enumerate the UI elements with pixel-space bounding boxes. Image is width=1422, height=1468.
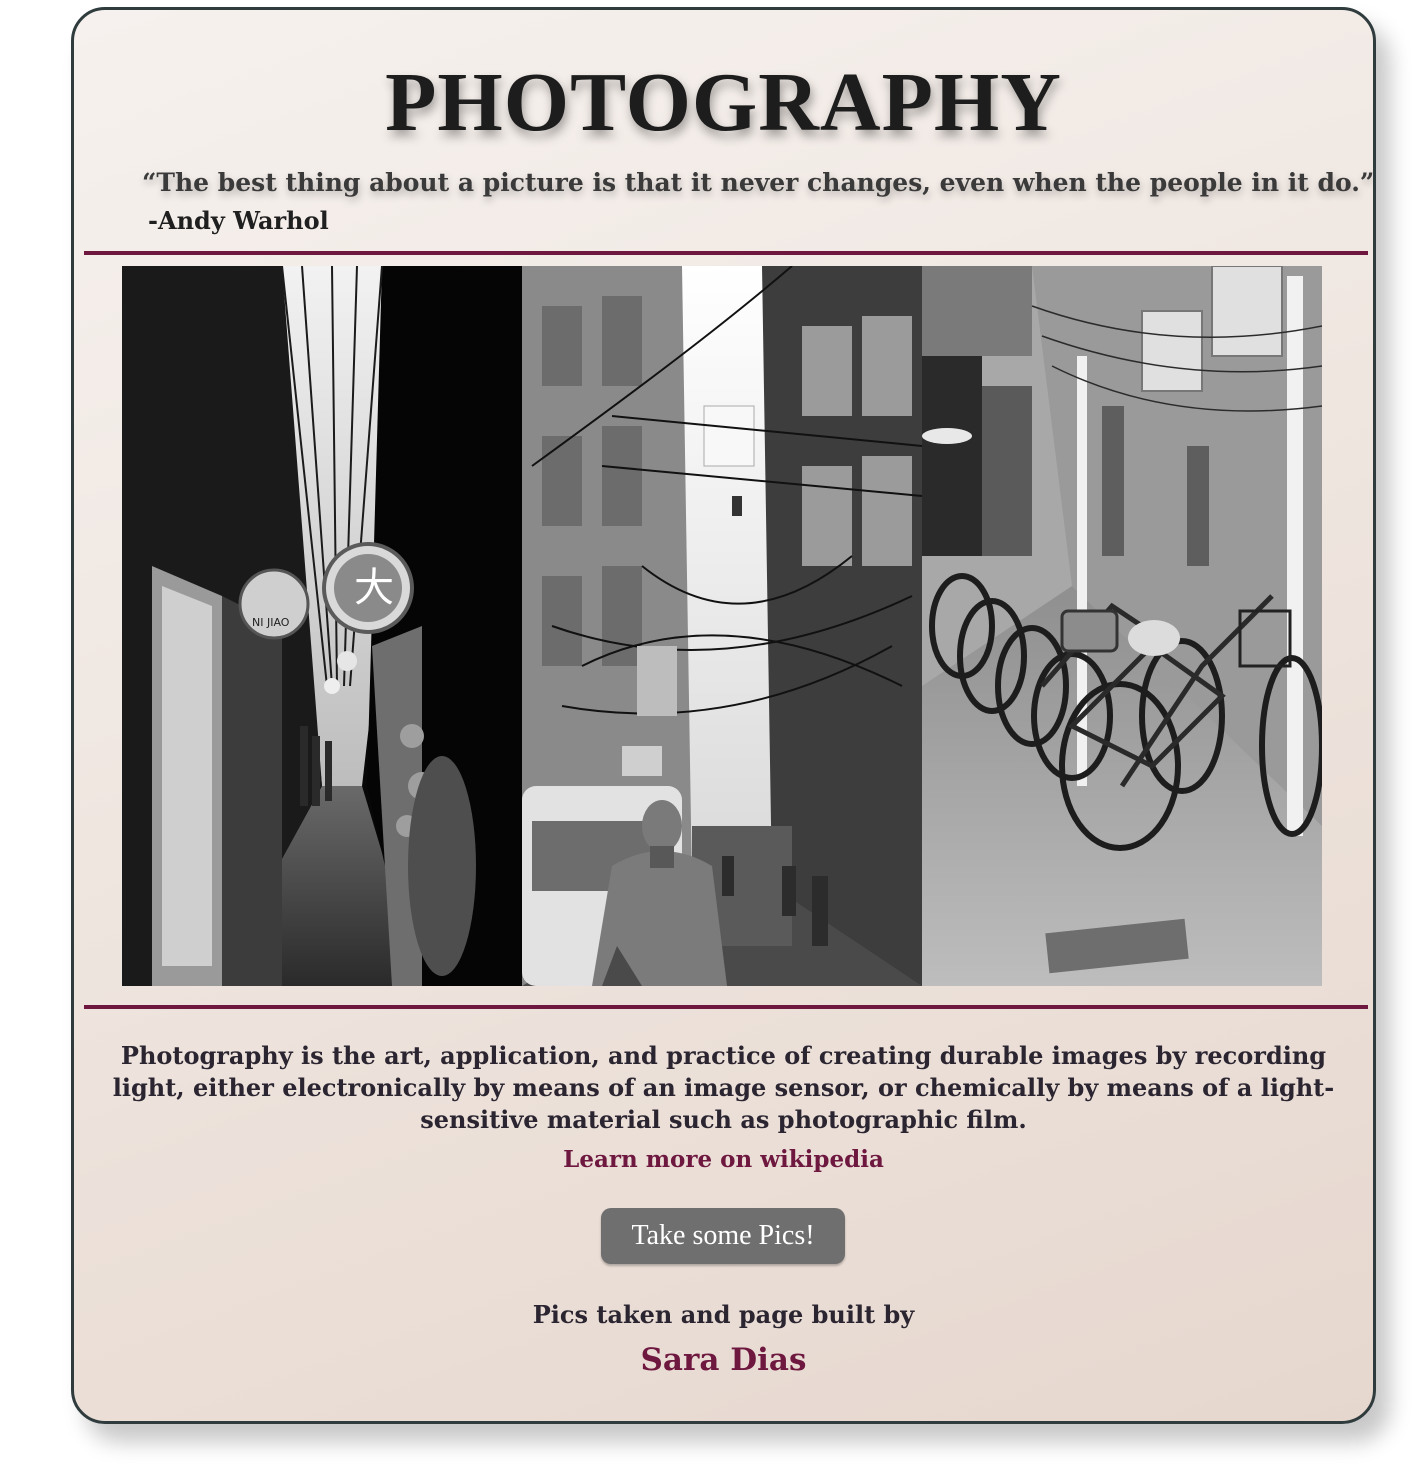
photo-gallery: 大 NI JIAO — [122, 266, 1322, 986]
sign-text: NI JIAO — [252, 616, 290, 629]
bottom-divider — [84, 1005, 1368, 1009]
photography-description: Photography is the art, application, and… — [112, 1041, 1335, 1134]
credit-text: Pics taken and page built by — [532, 1300, 915, 1329]
page-title: PHOTOGRAPHY — [385, 56, 1062, 149]
wikipedia-link[interactable]: Learn more on wikipedia — [74, 1146, 1373, 1173]
parked-bicycles-photo — [922, 266, 1322, 986]
page-card: PHOTOGRAPHY “The best thing about a pict… — [71, 7, 1376, 1424]
quote-author: -Andy Warhol — [148, 206, 329, 235]
svg-text:大: 大 — [354, 565, 394, 611]
take-pics-button[interactable]: Take some Pics! — [601, 1208, 845, 1264]
author-name: Sara Dias — [640, 1342, 807, 1378]
street-wires-photo — [522, 266, 922, 986]
alley-lanterns-photo: 大 NI JIAO — [122, 266, 522, 986]
top-divider — [84, 251, 1368, 255]
quote-text: “The best thing about a picture is that … — [142, 168, 1375, 197]
